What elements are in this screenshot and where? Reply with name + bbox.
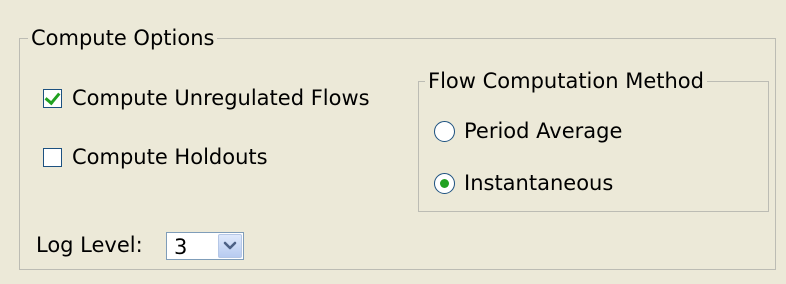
period-average-label: Period Average: [464, 119, 623, 143]
log-level-select[interactable]: 3: [166, 232, 244, 260]
compute-unregulated-flows-label: Compute Unregulated Flows: [72, 86, 370, 110]
instantaneous-label: Instantaneous: [464, 171, 614, 195]
period-average-option[interactable]: Period Average: [434, 119, 622, 143]
instantaneous-option[interactable]: Instantaneous: [434, 171, 613, 195]
compute-holdouts-label: Compute Holdouts: [72, 145, 268, 169]
period-average-radio[interactable]: [434, 120, 455, 142]
checkmark-icon: [44, 88, 61, 105]
chevron-down-icon: [223, 241, 237, 250]
compute-holdouts-option[interactable]: Compute Holdouts: [43, 145, 268, 169]
radio-dot-icon: [440, 178, 449, 188]
log-level-dropdown-button[interactable]: [218, 234, 242, 258]
compute-unregulated-flows-option[interactable]: Compute Unregulated Flows: [43, 86, 370, 110]
compute-holdouts-checkbox[interactable]: [43, 147, 62, 167]
flow-computation-method-title: Flow Computation Method: [425, 69, 707, 93]
log-level-value: 3: [174, 235, 188, 259]
instantaneous-radio[interactable]: [434, 172, 455, 194]
compute-options-title: Compute Options: [28, 26, 218, 50]
compute-unregulated-flows-checkbox[interactable]: [43, 88, 62, 108]
log-level-row: Log Level:: [36, 233, 143, 257]
log-level-label: Log Level:: [36, 233, 143, 257]
